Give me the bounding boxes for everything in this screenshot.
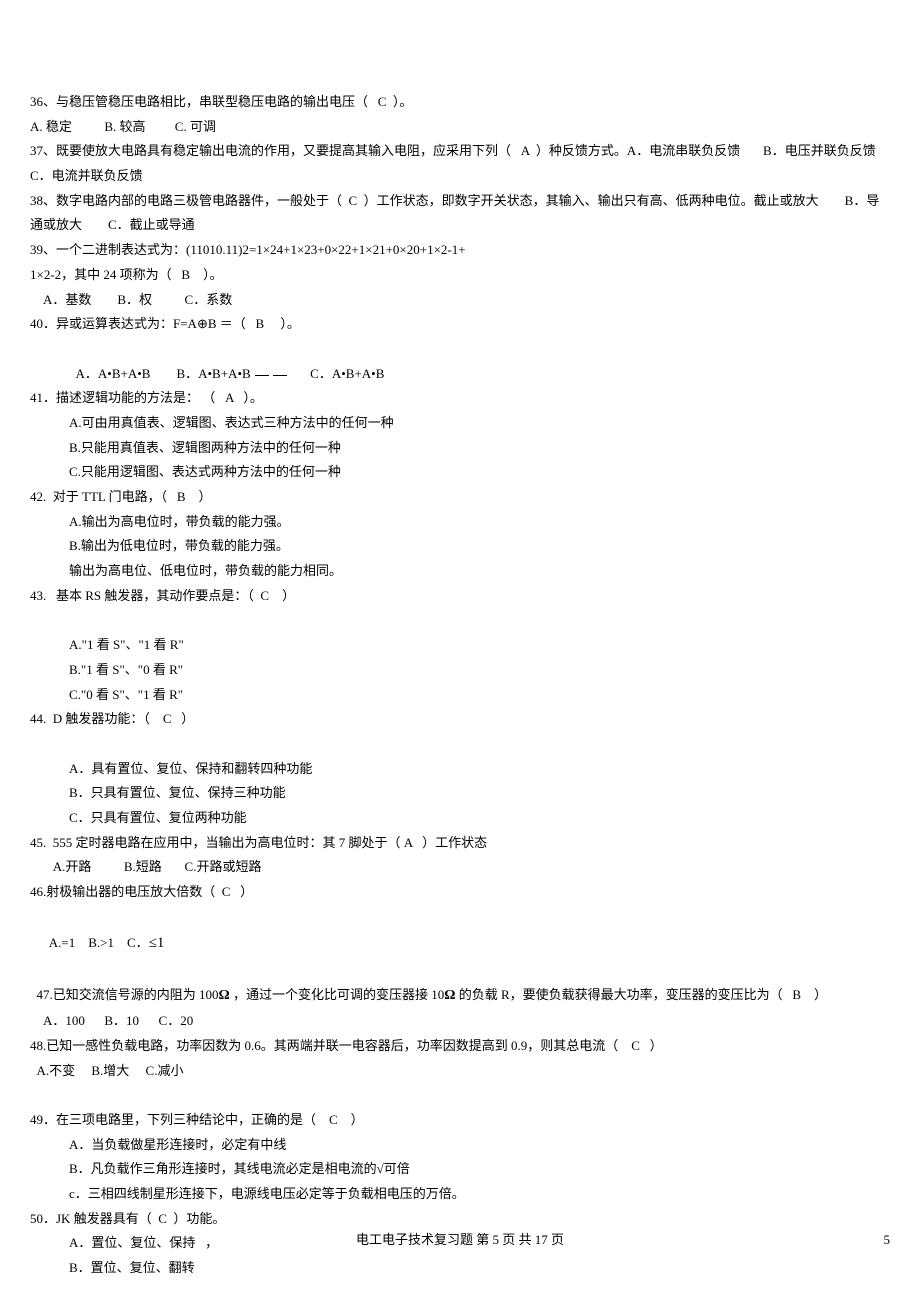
question-44-option-b: B．只具有置位、复位、保持三种功能 bbox=[30, 781, 890, 806]
question-41-option-b: B.只能用真值表、逻辑图两种方法中的任何一种 bbox=[30, 436, 890, 461]
blank-line-2 bbox=[30, 732, 890, 757]
question-41-option-c: C.只能用逻辑图、表达式两种方法中的任何一种 bbox=[30, 460, 890, 485]
question-49-option-a: A．当负载做星形连接时，必定有中线 bbox=[30, 1133, 890, 1158]
question-47-options: A．100 B．10 C．20 bbox=[30, 1009, 890, 1034]
question-38: 38、数字电路内部的电路三极管电路器件，一般处于（ C ）工作状态，即数字开关状… bbox=[30, 189, 890, 238]
question-44-option-a: A．具有置位、复位、保持和翻转四种功能 bbox=[30, 757, 890, 782]
question-48: 48.已知一感性负载电路，功率因数为 0.6。其两端并联一电容器后，功率因数提高… bbox=[30, 1034, 890, 1059]
question-44-option-c: C．只具有置位、复位两种功能 bbox=[30, 806, 890, 831]
blank-line-3 bbox=[30, 1083, 890, 1108]
question-43-option-a: A."1 看 S"、"1 看 R" bbox=[30, 633, 890, 658]
question-41: 41．描述逻辑功能的方法是： （ A ）。 bbox=[30, 386, 890, 411]
question-50-option-b: B．置位、复位、翻转 bbox=[30, 1256, 890, 1281]
question-42: 42. 对于 TTL 门电路，（ B ） bbox=[30, 485, 890, 510]
question-44: 44. D 触发器功能：（ C ） bbox=[30, 707, 890, 732]
omega-icon: Ω bbox=[444, 988, 455, 1003]
question-45: 45. 555 定时器电路在应用中，当输出为高电位时：其 7 脚处于（ A ）工… bbox=[30, 831, 890, 856]
question-49-option-b: B．凡负载作三角形连接时，其线电流必定是相电流的√可倍 bbox=[30, 1157, 890, 1182]
question-40-options: A．A•B+A•B B．A•B+A•B C．A•B+A•B bbox=[30, 337, 890, 386]
q40-opt-c: C．A•B+A•B bbox=[291, 366, 385, 381]
page-footer: 电工电子技术复习题 第 5 页 共 17 页 bbox=[0, 1228, 920, 1253]
question-42-option-c: 输出为高电位、低电位时，带负载的能力相同。 bbox=[30, 559, 890, 584]
question-39-line1: 39、一个二进制表达式为：(11010.11)2=1×24+1×23+0×22+… bbox=[30, 238, 890, 263]
question-45-options: A.开路 B.短路 C.开路或短路 bbox=[30, 855, 890, 880]
question-41-option-a: A.可由用真值表、逻辑图、表达式三种方法中的任何一种 bbox=[30, 411, 890, 436]
omega-icon: Ω bbox=[219, 988, 230, 1003]
q46-opts-prefix: A.=1 B.>1 C． bbox=[37, 935, 149, 950]
question-43-option-c: C."0 看 S"、"1 看 R" bbox=[30, 683, 890, 708]
question-40: 40．异或运算表达式为：F=A⊕B ＝（ B ）。 bbox=[30, 312, 890, 337]
question-48-options: A.不变 B.增大 C.减小 bbox=[30, 1059, 890, 1084]
blank-line-1 bbox=[30, 608, 890, 633]
question-42-option-a: A.输出为高电位时，带负载的能力强。 bbox=[30, 510, 890, 535]
question-43: 43. 基本 RS 触发器，其动作要点是：（ C ） bbox=[30, 584, 890, 609]
question-49: 49．在三项电路里，下列三种结论中，正确的是（ C ） bbox=[30, 1108, 890, 1133]
q47-text-mid: ，通过一个变化比可调的变压器接 10 bbox=[230, 987, 445, 1002]
question-37: 37、既要使放大电路具有稳定输出电流的作用，又要提高其输入电阻，应采用下列（ A… bbox=[30, 139, 890, 188]
question-43-option-b: B."1 看 S"、"0 看 R" bbox=[30, 658, 890, 683]
q47-text-pre: 47.已知交流信号源的内阻为 100 bbox=[37, 987, 219, 1002]
q40-opt-ab: A．A•B+A•B B．A•B+A•B bbox=[37, 366, 251, 381]
question-36: 36、与稳压管稳压电路相比，串联型稳压电路的输出电压（ C ）。 bbox=[30, 90, 890, 115]
question-36-options: A. 稳定 B. 较高 C. 可调 bbox=[30, 115, 890, 140]
question-46-options: A.=1 B.>1 C．≤1 bbox=[30, 905, 890, 958]
q46-le-symbol: ≤1 bbox=[149, 935, 165, 951]
question-47: 47.已知交流信号源的内阻为 100Ω ，通过一个变化比可调的变压器接 10Ω … bbox=[30, 958, 890, 1009]
question-39-options: A．基数 B．权 C．系数 bbox=[30, 288, 890, 313]
page-number: 5 bbox=[884, 1228, 891, 1253]
question-46: 46.射极输出器的电压放大倍数（ C ） bbox=[30, 880, 890, 905]
question-42-option-b: B.输出为低电位时，带负载的能力强。 bbox=[30, 534, 890, 559]
q47-text-post: 的负载 R，要使负载获得最大功率，变压器的变压比为（ B ） bbox=[455, 987, 827, 1002]
question-49-option-c: c．三相四线制星形连接下，电源线电压必定等于负载相电压的万倍。 bbox=[30, 1182, 890, 1207]
question-39-line2: 1×2-2，其中 24 项称为（ B ）。 bbox=[30, 263, 890, 288]
